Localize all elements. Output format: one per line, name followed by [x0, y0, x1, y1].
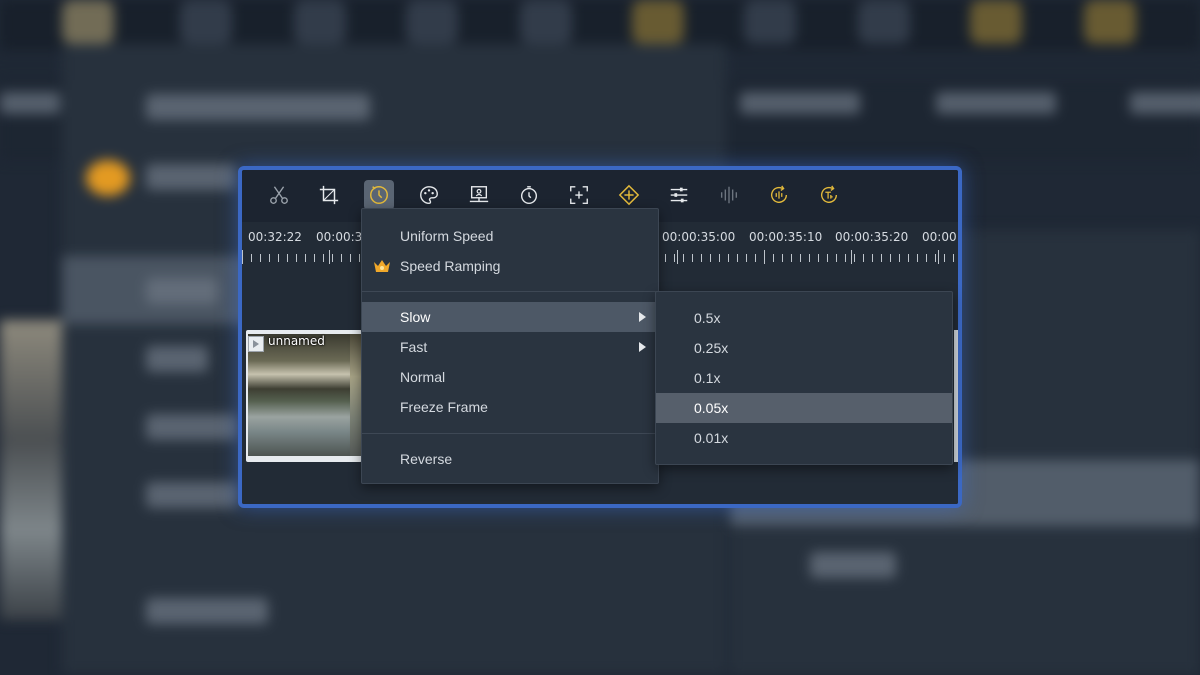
crown-icon [374, 260, 390, 272]
bg-text [146, 482, 238, 508]
bg-text [146, 278, 218, 304]
speed-option-label: 0.1x [694, 370, 721, 386]
bg-speed-icon [62, 0, 114, 44]
menu-item-label: Normal [400, 369, 446, 385]
submenu-arrow-icon [639, 342, 646, 352]
menu-item-label: Speed Ramping [400, 258, 501, 274]
bg-wave-icon [858, 0, 910, 44]
audio-waveform-icon [720, 186, 738, 204]
menu-divider [362, 433, 658, 434]
crop-icon [319, 185, 339, 205]
text-to-speech-icon [820, 185, 838, 203]
bg-text [146, 598, 268, 624]
speed-icon [370, 186, 388, 204]
bg-text [146, 346, 208, 372]
speed-menu: Uniform Speed Speed Ramping Slow Fast No… [361, 208, 659, 484]
next-clip-edge[interactable] [954, 330, 958, 462]
menu-item-slow[interactable]: Slow [362, 302, 658, 332]
play-icon [253, 340, 259, 348]
scissors-icon [270, 186, 288, 204]
menu-item-label: Reverse [400, 451, 453, 467]
zoom-frame-icon [570, 186, 588, 204]
menu-item-label: Freeze Frame [400, 399, 488, 415]
menu-item-speed-ramping[interactable]: Speed Ramping [362, 251, 658, 281]
clip-name: unnamed [268, 334, 325, 348]
timer-icon [520, 186, 538, 204]
speed-option-label: 0.05x [694, 400, 729, 416]
bg-text [810, 552, 896, 578]
bg-palette-icon [180, 0, 232, 44]
timestamp-label: 00:00:35:20 [835, 230, 909, 244]
text-to-speech-button[interactable] [814, 180, 844, 210]
bg-text [146, 414, 238, 440]
bg-time [0, 92, 60, 114]
speed-option-0.5x[interactable]: 0.5x [656, 303, 952, 333]
palette-icon [420, 186, 438, 204]
audio-refresh-icon [770, 185, 788, 203]
bg-ai-icon [632, 0, 684, 44]
clip-thumbnail [248, 334, 350, 456]
speed-option-label: 0.25x [694, 340, 729, 356]
timestamp-label: 00:00:35:10 [749, 230, 823, 244]
menu-item-label: Fast [400, 339, 428, 355]
speed-option-0.25x[interactable]: 0.25x [656, 333, 952, 363]
menu-item-freeze-frame[interactable]: Freeze Frame [362, 392, 658, 422]
bg-presentation-icon [294, 0, 346, 44]
menu-item-normal[interactable]: Normal [362, 362, 658, 392]
presentation-button[interactable] [464, 180, 494, 210]
adjust-button[interactable] [664, 180, 694, 210]
split-button[interactable] [264, 180, 294, 210]
presentation-icon [469, 186, 489, 203]
submenu-arrow-icon [639, 312, 646, 322]
slow-speed-submenu: 0.5x 0.25x 0.1x 0.05x 0.01x [655, 291, 953, 465]
bg-tts-icon [1084, 0, 1136, 44]
menu-item-fast[interactable]: Fast [362, 332, 658, 362]
color-button[interactable] [414, 180, 444, 210]
menu-item-reverse[interactable]: Reverse [362, 444, 658, 474]
bg-timer-icon [406, 0, 458, 44]
ai-enhance-button[interactable] [614, 180, 644, 210]
speed-option-label: 0.5x [694, 310, 721, 326]
timestamp-label: 00:32:22 [248, 230, 302, 244]
speed-option-label: 0.01x [694, 430, 729, 446]
speed-option-0.1x[interactable]: 0.1x [656, 363, 952, 393]
video-clip[interactable]: unnamed [246, 330, 362, 462]
speed-button[interactable] [364, 180, 394, 210]
menu-divider [362, 291, 658, 292]
bg-time [1130, 92, 1200, 114]
menu-item-label: Uniform Speed [400, 228, 494, 244]
timestamp-label: 00:00:35:00 [662, 230, 736, 244]
bg-time [936, 92, 1056, 114]
ai-enhance-icon [618, 184, 640, 206]
clip-play-badge [248, 336, 264, 352]
bg-text [146, 94, 370, 120]
bg-sliders-icon [744, 0, 796, 44]
audio-waveform-button[interactable] [714, 180, 744, 210]
bg-audio-icon [970, 0, 1022, 44]
bg-time [740, 92, 860, 114]
bg-text [146, 164, 236, 190]
speed-option-0.05x[interactable]: 0.05x [656, 393, 952, 423]
duration-button[interactable] [514, 180, 544, 210]
adjust-sliders-icon [670, 187, 688, 203]
crop-button[interactable] [314, 180, 344, 210]
bg-crown-icon [86, 160, 130, 196]
audio-refresh-button[interactable] [764, 180, 794, 210]
timestamp-label: 00:00: [922, 230, 961, 244]
menu-item-label: Slow [400, 309, 431, 325]
bg-clip [0, 320, 62, 620]
zoom-frame-button[interactable] [564, 180, 594, 210]
bg-zoom-icon [520, 0, 572, 44]
menu-item-uniform-speed[interactable]: Uniform Speed [362, 221, 658, 251]
speed-option-0.01x[interactable]: 0.01x [656, 423, 952, 453]
